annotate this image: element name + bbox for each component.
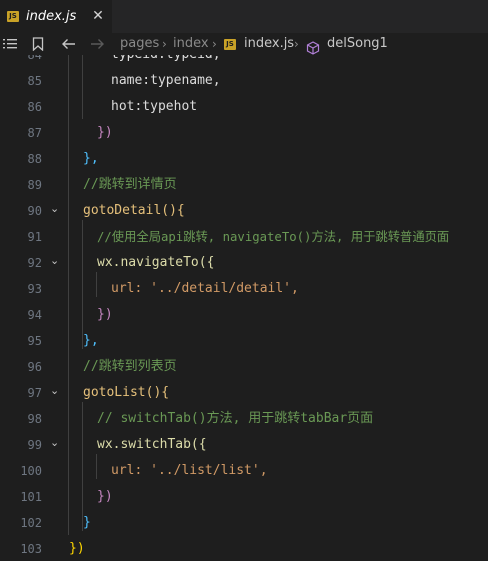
line-number: 101 — [20, 490, 42, 504]
line-number: 84 — [27, 55, 42, 62]
code-text: hot:typehot — [111, 99, 198, 114]
bookmark-icon[interactable] — [32, 37, 44, 51]
list-icon[interactable] — [3, 38, 17, 50]
line-number: 102 — [20, 516, 42, 530]
code-line[interactable]: 100 url: '../list/list', — [0, 458, 488, 484]
line-number: 103 — [20, 542, 42, 556]
line-number: 88 — [27, 152, 42, 166]
code-line[interactable]: 101 }) — [0, 484, 488, 510]
breadcrumb: pages › index › JS index.js › delSong1 — [0, 33, 488, 55]
code-comment: // switchTab()方法, 用于跳转tabBar页面 — [97, 411, 374, 426]
code-line[interactable]: 94 }) — [0, 302, 488, 328]
code-line[interactable]: 98 // switchTab()方法, 用于跳转tabBar页面 — [0, 406, 488, 432]
code-line[interactable]: 103 }) — [0, 536, 488, 561]
chevron-down-icon[interactable]: ⌄ — [50, 384, 59, 397]
line-number: 99 — [27, 438, 42, 452]
code-line[interactable]: 102 } — [0, 510, 488, 536]
breadcrumb-index-js[interactable]: index.js — [244, 33, 294, 55]
code-call: wx.navigateTo({ — [97, 255, 215, 270]
line-number: 87 — [27, 126, 42, 140]
code-line[interactable]: 85 name:typename, — [0, 68, 488, 94]
code-text: }) — [97, 489, 113, 504]
chevron-down-icon[interactable]: ⌄ — [50, 202, 59, 215]
code-string: url: '../list/list', — [111, 463, 268, 478]
line-number: 90 — [27, 204, 42, 218]
breadcrumb-delsong1[interactable]: delSong1 — [327, 33, 388, 55]
code-line[interactable]: 86 hot:typehot — [0, 94, 488, 120]
code-editor[interactable]: 84 typeid:typeid, 85 name:typename, 86 h… — [0, 55, 488, 561]
tab-title: index.js — [26, 9, 77, 24]
line-number: 100 — [20, 464, 42, 478]
code-comment: //跳转到列表页 — [83, 359, 177, 374]
line-number: 98 — [27, 412, 42, 426]
code-text: name:typename, — [111, 73, 221, 88]
breadcrumb-pages[interactable]: pages — [120, 33, 159, 55]
line-number: 89 — [27, 178, 42, 192]
tab-index-js[interactable]: JS index.js ✕ — [0, 0, 112, 33]
line-number: 95 — [27, 334, 42, 348]
code-comment: //使用全局api跳转, navigateTo()方法, 用于跳转普通页面 — [97, 230, 450, 244]
breadcrumb-index[interactable]: index — [173, 33, 209, 55]
chevron-down-icon[interactable]: ⌄ — [50, 436, 59, 449]
line-number: 93 — [27, 282, 42, 296]
code-line[interactable]: 89 //跳转到详情页 — [0, 172, 488, 198]
code-text: } — [83, 515, 91, 530]
back-arrow-icon[interactable] — [61, 38, 76, 50]
code-line[interactable]: 97 ⌄ gotoList(){ — [0, 380, 488, 406]
code-function: gotoList(){ — [83, 385, 170, 400]
line-number: 92 — [27, 256, 42, 270]
code-text: }, — [83, 333, 99, 348]
code-line[interactable]: 88 }, — [0, 146, 488, 172]
line-number: 86 — [27, 100, 42, 114]
code-line[interactable]: 92 ⌄ wx.navigateTo({ — [0, 250, 488, 276]
code-line[interactable]: 91 //使用全局api跳转, navigateTo()方法, 用于跳转普通页面 — [0, 224, 488, 250]
code-line[interactable]: 84 typeid:typeid, — [0, 55, 488, 68]
js-file-icon: JS — [224, 39, 236, 50]
code-line[interactable]: 93 url: '../detail/detail', — [0, 276, 488, 302]
code-comment: //跳转到详情页 — [83, 177, 177, 192]
close-icon[interactable]: ✕ — [90, 7, 106, 25]
code-line[interactable]: 96 //跳转到列表页 — [0, 354, 488, 380]
code-string: url: '../detail/detail', — [111, 281, 299, 296]
line-number: 96 — [27, 360, 42, 374]
breadcrumb-separator: › — [294, 37, 299, 51]
code-text: }) — [69, 541, 85, 556]
code-line[interactable]: 90 ⌄ gotoDetail(){ — [0, 198, 488, 224]
code-line[interactable]: 99 ⌄ wx.switchTab({ — [0, 432, 488, 458]
code-call: wx.switchTab({ — [97, 437, 207, 452]
code-text: }) — [97, 307, 113, 322]
code-function: gotoDetail(){ — [83, 203, 185, 218]
line-number: 91 — [27, 230, 42, 244]
breadcrumb-separator: › — [162, 37, 167, 51]
js-file-icon: JS — [7, 11, 19, 22]
editor-tab-bar: JS index.js ✕ — [0, 0, 488, 33]
code-text: }) — [97, 125, 113, 140]
forward-arrow-icon[interactable] — [90, 38, 105, 50]
code-line[interactable]: 87 }) — [0, 120, 488, 146]
chevron-down-icon[interactable]: ⌄ — [50, 254, 59, 267]
code-text: }, — [83, 151, 99, 166]
code-text: typeid:typeid, — [111, 55, 221, 64]
line-number: 85 — [27, 74, 42, 88]
breadcrumb-separator: › — [212, 37, 217, 51]
line-number: 97 — [27, 386, 42, 400]
code-line[interactable]: 95 }, — [0, 328, 488, 354]
line-number: 94 — [27, 308, 42, 322]
